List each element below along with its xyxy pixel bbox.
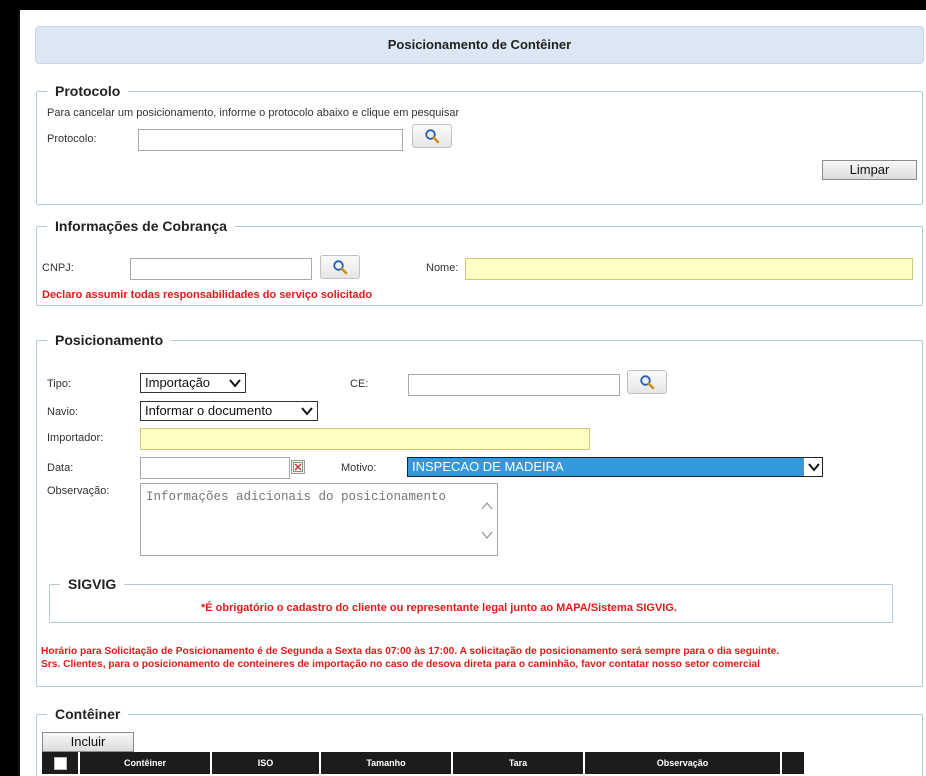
conteiner-legend: Contêiner <box>47 705 129 723</box>
scroll-down-icon[interactable] <box>481 530 493 540</box>
cnpj-input[interactable] <box>130 258 312 280</box>
ce-label: CE: <box>350 378 369 390</box>
sigvig-notice: *É obrigatório o cadastro do cliente ou … <box>201 602 677 614</box>
add-container-button[interactable]: Incluir <box>42 732 134 752</box>
search-icon <box>640 375 655 390</box>
column-header: ISO <box>211 752 321 774</box>
tipo-label: Tipo: <box>47 378 72 390</box>
motivo-select-value: INSPECAO DE MADEIRA <box>412 459 564 474</box>
column-header: Observação <box>584 752 782 774</box>
data-input[interactable] <box>140 457 290 479</box>
responsibility-declaration: Declaro assumir todas responsabilidades … <box>42 289 373 301</box>
chevron-down-icon <box>229 379 241 388</box>
ce-input[interactable] <box>408 374 620 396</box>
column-header: Tamanho <box>320 752 453 774</box>
importador-label: Importador: <box>47 432 104 444</box>
navio-select[interactable]: Informar o documento <box>140 401 318 421</box>
table-header-row: Contêiner ISO Tamanho Tara Observação <box>42 752 804 774</box>
clear-button[interactable]: Limpar <box>822 160 917 180</box>
tipo-select-value: Importação <box>145 375 211 390</box>
importador-input[interactable] <box>140 428 590 450</box>
posicionamento-legend: Posicionamento <box>47 331 172 349</box>
navio-label: Navio: <box>47 406 79 418</box>
nome-input[interactable] <box>465 258 913 280</box>
column-header: Contêiner <box>79 752 212 774</box>
contact-notice: Srs. Clientes, para o posicionamento de … <box>41 659 761 670</box>
cnpj-search-button[interactable] <box>320 255 360 279</box>
schedule-notice: Horário para Solicitação de Posicionamen… <box>41 646 780 657</box>
protocolo-search-button[interactable] <box>412 124 452 148</box>
motivo-select[interactable]: INSPECAO DE MADEIRA <box>407 457 823 477</box>
scroll-up-icon[interactable] <box>481 501 493 511</box>
protocolo-input[interactable] <box>138 129 403 151</box>
actions-column <box>781 752 804 774</box>
cnpj-label: CNPJ: <box>42 262 74 274</box>
protocolo-legend: Protocolo <box>47 82 129 100</box>
column-header: Tara <box>452 752 585 774</box>
calendar-icon[interactable] <box>291 460 305 474</box>
sigvig-legend: SIGVIG <box>60 575 125 593</box>
observacao-label: Observação: <box>47 485 110 497</box>
cobranca-legend: Informações de Cobrança <box>47 217 235 235</box>
select-all-column <box>42 752 80 774</box>
motivo-label: Motivo: <box>341 462 377 474</box>
nome-label: Nome: <box>426 262 459 274</box>
protocolo-instruction: Para cancelar um posicionamento, informe… <box>47 107 460 119</box>
protocolo-label: Protocolo: <box>47 133 97 145</box>
tipo-select[interactable]: Importação <box>140 373 246 393</box>
search-icon <box>333 260 348 275</box>
search-icon <box>425 129 440 144</box>
chevron-down-icon <box>301 407 313 416</box>
chevron-down-icon <box>808 463 820 472</box>
data-label: Data: <box>47 462 74 474</box>
navio-select-value: Informar o documento <box>145 403 273 418</box>
ce-search-button[interactable] <box>627 370 667 394</box>
select-all-checkbox[interactable] <box>53 756 67 770</box>
observacao-textarea[interactable] <box>140 483 498 556</box>
page: Posicionamento de Contêiner Protocolo Pa… <box>18 10 926 776</box>
container-table: Contêiner ISO Tamanho Tara Observação <box>42 752 804 774</box>
page-title: Posicionamento de Contêiner <box>35 26 924 64</box>
